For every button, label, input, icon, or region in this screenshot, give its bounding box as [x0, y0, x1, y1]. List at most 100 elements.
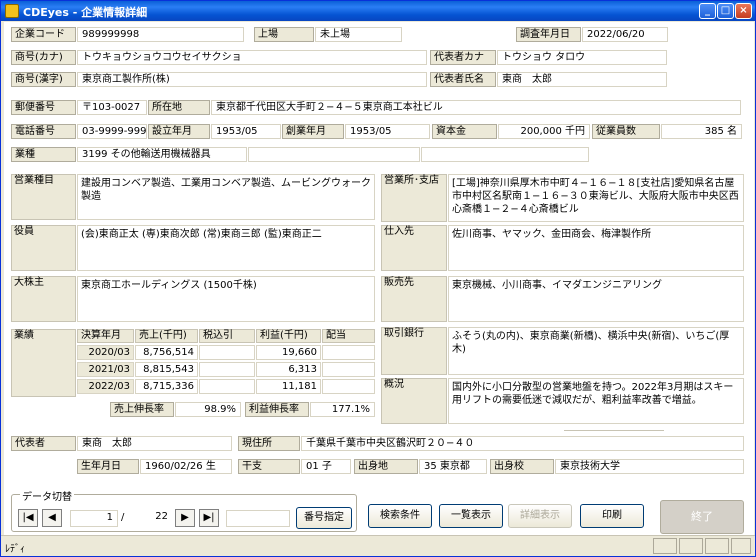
birth-value: 1960/02/26 生 [140, 459, 232, 474]
data-switch-caption: データ切替 [20, 488, 74, 503]
phone-label: 電話番号 [11, 124, 76, 139]
close-button[interactable]: × [735, 3, 752, 19]
total-records: 22 [155, 511, 168, 522]
perf-header-profit: 利益(千円) [256, 329, 321, 343]
rep-kana-value: トウショウ タロウ [497, 50, 667, 65]
search-conditions-button[interactable]: 検索条件 [368, 504, 432, 528]
profit-growth-label: 利益伸長率 [245, 402, 309, 417]
listed-value: 未上場 [315, 27, 402, 42]
detail-view-button[interactable]: 詳細表示 [508, 504, 572, 528]
perf-row2-tax [199, 362, 255, 377]
shareholders-label: 大株主 [14, 277, 44, 288]
birth-label: 生年月日 [77, 459, 139, 474]
capital-value: 200,000 千円 [498, 124, 590, 139]
rep-value: 東商 太郎 [77, 436, 232, 451]
perf-row2-sales: 8,815,543 [135, 362, 198, 377]
overview-divider [564, 430, 664, 431]
survey-date-label: 調査年月日 [516, 27, 581, 42]
offices-label: 営業所･支店 [384, 175, 439, 186]
phone-value: 03-9999-9999 [77, 124, 147, 139]
perf-header-period: 決算年月 [77, 329, 134, 343]
perf-row1-period: 2020/03 [77, 345, 134, 360]
banks-label: 取引銀行 [384, 328, 424, 339]
record-separator: / [121, 512, 125, 523]
rep-name-label: 代表者氏名 [430, 72, 496, 87]
offices-text: [工場]神奈川県厚木市中町４−１６−１８[支社店]愛知県名古屋市中村区名駅南１−… [448, 174, 744, 222]
established-value: 1953/05 [211, 124, 281, 139]
exit-button[interactable]: 終了 [660, 500, 744, 534]
status-pane-4 [731, 538, 751, 554]
app-window: CDEyes - 企業情報詳細 _ □ × 企業コード 989999998 上場… [0, 0, 756, 557]
performance-label: 業績 [14, 330, 34, 341]
first-record-button[interactable]: |◀ [18, 509, 38, 527]
school-value: 東京技術大学 [555, 459, 744, 474]
print-button[interactable]: 印刷 [580, 504, 644, 528]
birthplace-label: 出身地 [354, 459, 418, 474]
perf-header-sales: 売上(千円) [135, 329, 198, 343]
company-code-label: 企業コード [11, 27, 76, 42]
sales-growth-label: 売上伸長率 [110, 402, 174, 417]
app-icon [5, 4, 19, 18]
perf-row2-period: 2021/03 [77, 362, 134, 377]
zodiac-label: 干支 [238, 459, 300, 474]
employees-value: 385 名 [661, 124, 742, 139]
customers-text: 東京機械、小川商事、イマダエンジニアリング [448, 276, 744, 322]
record-number-input[interactable] [226, 510, 290, 527]
survey-date-value: 2022/06/20 [582, 27, 668, 42]
status-pane-1 [653, 538, 677, 554]
minimize-button[interactable]: _ [699, 3, 716, 19]
perf-header-tax: 税込引 [199, 329, 255, 343]
status-pane-3 [705, 538, 729, 554]
postal-value: 〒103-0027 [77, 100, 147, 115]
list-view-button[interactable]: 一覧表示 [439, 504, 503, 528]
rep-address-value: 千葉県千葉市中央区鶴沢町２０−４０ [301, 436, 744, 451]
name-kana-value: トウキョウショウコウセイサクショ [77, 50, 427, 65]
capital-label: 資本金 [432, 124, 497, 139]
founded-label: 創業年月 [282, 124, 344, 139]
industry-value-2 [248, 147, 420, 162]
business-label: 営業種目 [14, 175, 54, 186]
established-label: 設立年月 [148, 124, 210, 139]
officers-text: (会)東商正太 (専)東商次郎 (常)東商三郎 (監)東商正二 [77, 225, 375, 271]
postal-label: 郵便番号 [11, 100, 76, 115]
banks-text: ふそう(丸の内)、東京商業(新橋)、横浜中央(新宿)、いちご(厚木) [448, 327, 744, 375]
shareholders-text: 東京商工ホールディングス (1500千株) [77, 276, 375, 322]
profit-growth-value: 177.1% [310, 402, 375, 417]
status-text: ﾚﾃﾞｨ [5, 544, 25, 555]
officers-label: 役員 [14, 226, 34, 237]
current-record-input[interactable]: 1 [70, 510, 118, 527]
perf-row1-sales: 8,756,514 [135, 345, 198, 360]
company-code-value: 989999998 [77, 27, 244, 42]
employees-label: 従業員数 [592, 124, 660, 139]
name-kanji-value: 東京商工製作所(株) [77, 72, 427, 87]
rep-address-label: 現住所 [238, 436, 300, 451]
perf-row3-dividend [322, 379, 375, 394]
detail-form: 企業コード 989999998 上場 未上場 調査年月日 2022/06/20 … [4, 22, 754, 535]
address-label: 所在地 [148, 100, 210, 115]
school-label: 出身校 [490, 459, 554, 474]
perf-row3-sales: 8,715,336 [135, 379, 198, 394]
suppliers-label: 仕入先 [384, 226, 414, 237]
name-kanji-label: 商号(漢字) [11, 72, 76, 87]
perf-row1-tax [199, 345, 255, 360]
rep-name-value: 東商 太郎 [497, 72, 667, 87]
maximize-button[interactable]: □ [717, 3, 734, 19]
overview-text: 国内外に小口分散型の営業地盤を持つ。2022年3月期はスキー用リフトの需要低迷で… [448, 378, 744, 424]
rep-label: 代表者 [11, 436, 76, 451]
business-text: 建設用コンベア製造、工業用コンベア製造、ムービングウォーク製造 [77, 174, 375, 220]
perf-header-dividend: 配当 [322, 329, 375, 343]
overview-label: 概況 [384, 379, 404, 390]
title-bar[interactable]: CDEyes - 企業情報詳細 _ □ × [1, 1, 755, 21]
next-record-button[interactable]: ▶ [175, 509, 195, 527]
perf-row1-profit: 19,660 [256, 345, 321, 360]
perf-row3-tax [199, 379, 255, 394]
prev-record-button[interactable]: ◀ [42, 509, 62, 527]
zodiac-value: 01 子 [301, 459, 351, 474]
birthplace-value: 35 東京都 [419, 459, 487, 474]
listed-label: 上場 [254, 27, 314, 42]
last-record-button[interactable]: ▶| [199, 509, 219, 527]
sales-growth-value: 98.9% [175, 402, 241, 417]
jump-to-number-button[interactable]: 番号指定 [296, 507, 352, 529]
status-bar: ﾚﾃﾞｨ [1, 535, 755, 556]
address-value: 東京都千代田区大手町２−４−５東京商工本社ビル [211, 100, 741, 115]
